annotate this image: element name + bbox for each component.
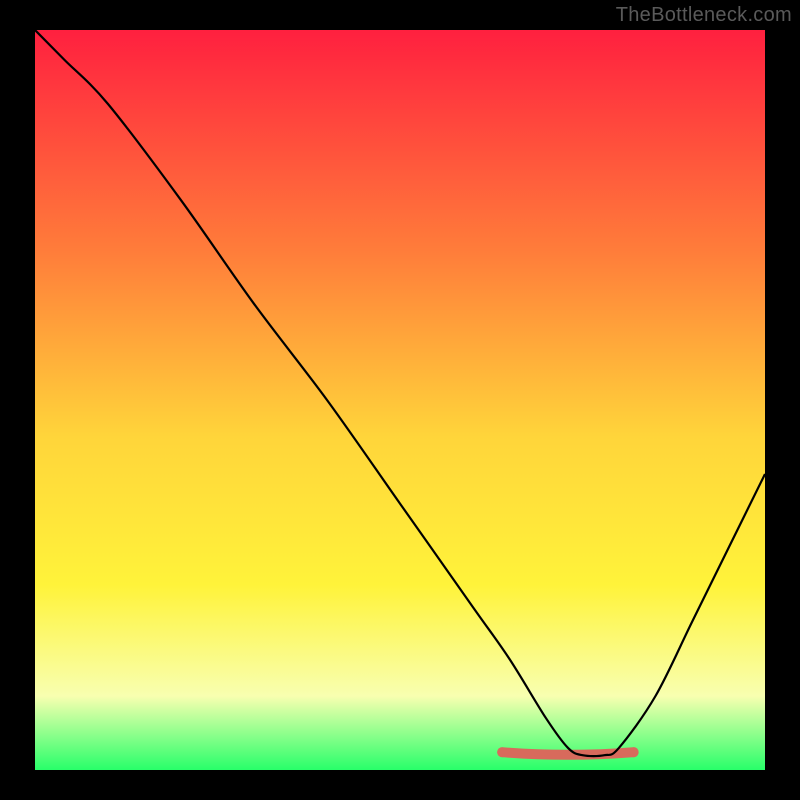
- gradient-background: [35, 30, 765, 770]
- bottleneck-plot: [0, 0, 800, 800]
- chart-frame: TheBottleneck.com: [0, 0, 800, 800]
- highlight-dot-right: [629, 747, 639, 757]
- highlight-dot-left: [497, 747, 507, 757]
